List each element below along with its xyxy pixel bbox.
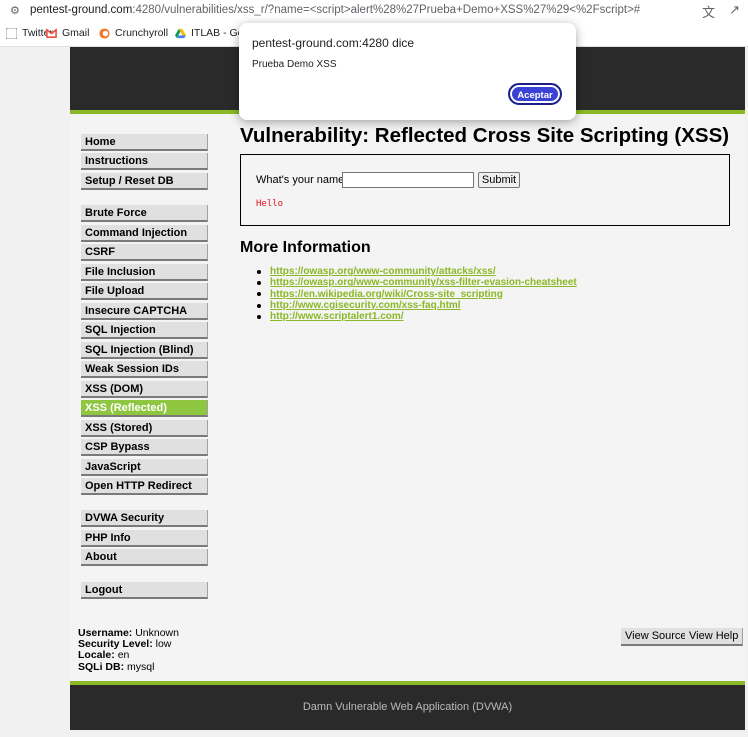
menu-xss-reflected[interactable]: XSS (Reflected): [81, 400, 208, 417]
link-owasp-filter-evasion[interactable]: https://owasp.org/www-community/xss-filt…: [270, 277, 577, 288]
address-bar[interactable]: ⚙ pentest-ground.com:4280/vulnerabilitie…: [0, 0, 748, 22]
menu-csrf[interactable]: CSRF: [81, 244, 208, 261]
link-owasp-xss[interactable]: https://owasp.org/www-community/attacks/…: [270, 266, 496, 277]
menu-php-info[interactable]: PHP Info: [81, 530, 208, 547]
dialog-title: pentest-ground.com:4280 dice: [252, 36, 415, 50]
menu-file-inclusion[interactable]: File Inclusion: [81, 264, 208, 281]
menu-home[interactable]: Home: [81, 134, 208, 151]
share-icon[interactable]: ↗: [729, 2, 740, 21]
page-title: Vulnerability: Reflected Cross Site Scri…: [240, 124, 730, 147]
name-input[interactable]: [342, 172, 474, 188]
locale-value: en: [117, 649, 130, 662]
link-cgisecurity[interactable]: http://www.cgisecurity.com/xss-faq.html: [270, 300, 461, 311]
reflected-output: Hello: [256, 199, 284, 209]
name-label: What's your name?: [256, 174, 351, 186]
site-info-icon[interactable]: ⚙: [10, 4, 20, 17]
menu-about[interactable]: About: [81, 549, 208, 566]
more-information-links: https://owasp.org/www-community/attacks/…: [257, 266, 577, 322]
more-information-heading: More Information: [240, 239, 371, 256]
menu-weak-session-ids[interactable]: Weak Session IDs: [81, 361, 208, 378]
translate-icon[interactable]: 文: [702, 2, 715, 21]
google-drive-icon: [175, 28, 186, 38]
menu-sql-injection-blind[interactable]: SQL Injection (Blind): [81, 342, 208, 359]
url-text[interactable]: pentest-ground.com:4280/vulnerabilities/…: [30, 4, 640, 16]
accept-button[interactable]: Aceptar: [508, 83, 562, 105]
view-source-button[interactable]: View Source: [621, 628, 692, 646]
gmail-icon: [46, 27, 57, 38]
menu-instructions[interactable]: Instructions: [81, 153, 208, 170]
link-scriptalert1[interactable]: http://www.scriptalert1.com/: [270, 311, 404, 322]
menu-open-http-redirect[interactable]: Open HTTP Redirect: [81, 478, 208, 495]
crunchyroll-icon: [99, 27, 110, 39]
list-item: http://www.cgisecurity.com/xss-faq.html: [257, 300, 577, 311]
menu-xss-dom[interactable]: XSS (DOM): [81, 381, 208, 398]
bookmark-crunchyroll[interactable]: Crunchyroll: [99, 27, 168, 39]
footer: Damn Vulnerable Web Application (DVWA): [70, 685, 745, 730]
menu-dvwa-security[interactable]: DVWA Security: [81, 510, 208, 527]
twitter-icon: [6, 27, 17, 39]
user-status: Username: Unknown Security Level: low Lo…: [78, 627, 179, 673]
vulnerable-code-area: What's your name? Submit Hello: [240, 154, 730, 226]
bookmark-gmail[interactable]: Gmail: [46, 27, 89, 39]
dialog-message: Prueba Demo XSS: [252, 59, 337, 70]
menu-sql-injection[interactable]: SQL Injection: [81, 322, 208, 339]
list-item: https://owasp.org/www-community/xss-filt…: [257, 277, 577, 288]
sqli-db-value: mysql: [127, 660, 155, 673]
menu-insecure-captcha[interactable]: Insecure CAPTCHA: [81, 303, 208, 320]
list-item: https://owasp.org/www-community/attacks/…: [257, 266, 577, 277]
security-level-value: low: [155, 638, 172, 651]
menu-xss-stored[interactable]: XSS (Stored): [81, 420, 208, 437]
submit-button[interactable]: Submit: [478, 172, 520, 188]
list-item: https://en.wikipedia.org/wiki/Cross-site…: [257, 289, 577, 300]
menu-csp-bypass[interactable]: CSP Bypass: [81, 439, 208, 456]
menu-logout[interactable]: Logout: [81, 582, 208, 599]
list-item: http://www.scriptalert1.com/: [257, 311, 577, 322]
view-help-button[interactable]: View Help: [685, 628, 744, 646]
username-value: Unknown: [135, 627, 179, 639]
alert-dialog: pentest-ground.com:4280 dice Prueba Demo…: [239, 23, 576, 120]
menu-file-upload[interactable]: File Upload: [81, 283, 208, 300]
menu-brute-force[interactable]: Brute Force: [81, 205, 208, 222]
link-wikipedia-xss[interactable]: https://en.wikipedia.org/wiki/Cross-site…: [270, 289, 503, 300]
menu-command-injection[interactable]: Command Injection: [81, 225, 208, 242]
menu-setup-reset-db[interactable]: Setup / Reset DB: [81, 173, 208, 190]
menu-javascript[interactable]: JavaScript: [81, 459, 208, 476]
